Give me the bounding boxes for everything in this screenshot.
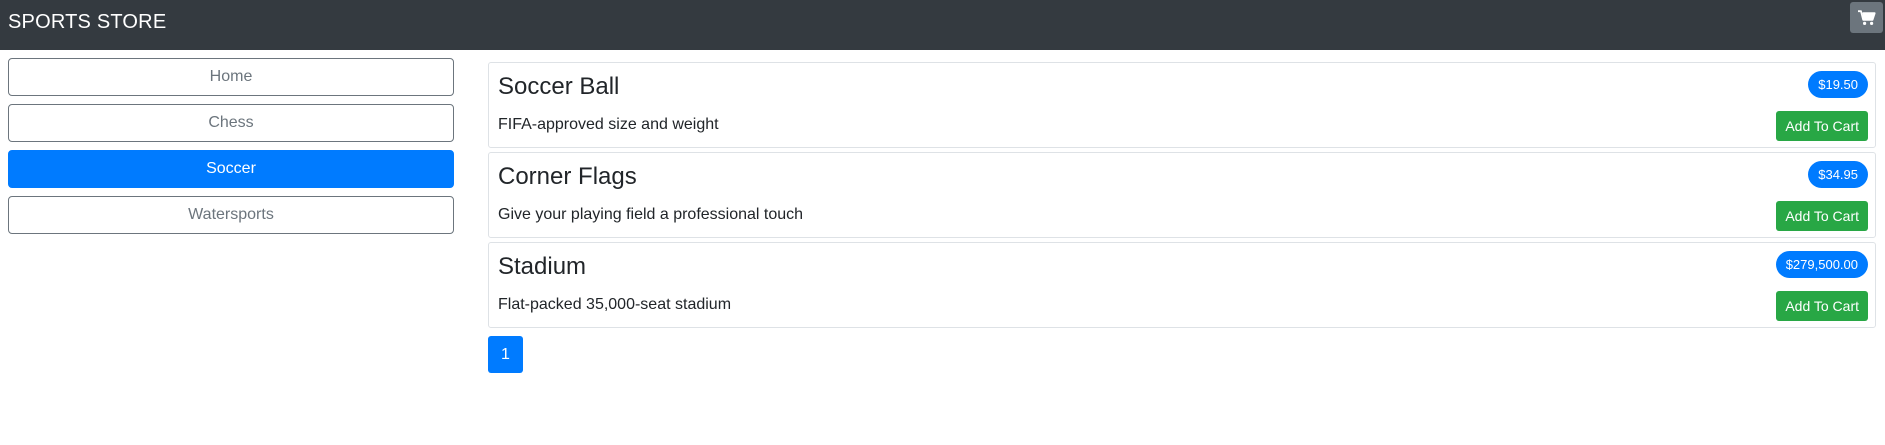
add-to-cart-button[interactable]: Add To Cart: [1776, 291, 1868, 321]
price-badge: $279,500.00: [1775, 251, 1868, 278]
product-card: Stadium Flat-packed 35,000-seat stadium …: [488, 242, 1876, 328]
product-name: Stadium: [498, 253, 587, 280]
product-name: Corner Flags: [498, 163, 637, 190]
product-card: Soccer Ball FIFA-approved size and weigh…: [488, 62, 1876, 148]
product-description: FIFA-approved size and weight: [498, 116, 719, 133]
product-card: Corner Flags Give your playing field a p…: [488, 152, 1876, 238]
shopping-cart-icon: [1857, 9, 1876, 25]
page-button-1[interactable]: 1: [488, 336, 523, 373]
product-name: Soccer Ball: [498, 73, 620, 100]
price-badge: $34.95: [1808, 161, 1868, 188]
category-button-soccer[interactable]: Soccer: [8, 150, 454, 188]
product-list: Soccer Ball FIFA-approved size and weigh…: [488, 62, 1876, 332]
category-button-watersports[interactable]: Watersports: [8, 196, 454, 234]
add-to-cart-button[interactable]: Add To Cart: [1776, 111, 1868, 141]
brand-title: SPORTS STORE: [8, 11, 167, 33]
add-to-cart-button[interactable]: Add To Cart: [1776, 201, 1868, 231]
price-badge: $19.50: [1808, 71, 1868, 98]
navbar: SPORTS STORE: [0, 0, 1885, 50]
pagination: 1: [488, 336, 523, 373]
category-sidebar: Home Chess Soccer Watersports: [8, 58, 454, 242]
category-button-chess[interactable]: Chess: [8, 104, 454, 142]
product-description: Give your playing field a professional t…: [498, 206, 804, 223]
cart-button[interactable]: [1850, 2, 1883, 33]
category-button-home[interactable]: Home: [8, 58, 454, 96]
product-description: Flat-packed 35,000-seat stadium: [498, 296, 732, 313]
